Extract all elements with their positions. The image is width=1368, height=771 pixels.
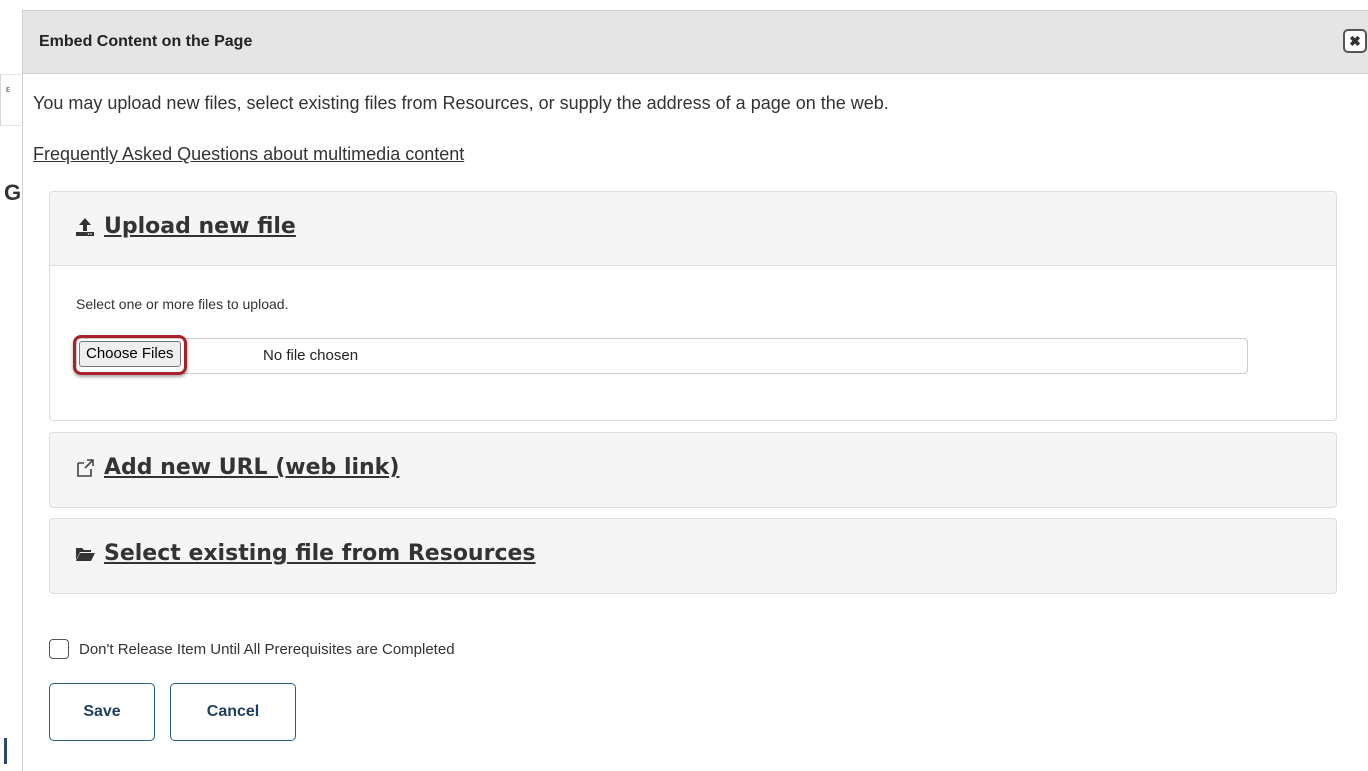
resources-panel-label: Select existing file from Resources bbox=[104, 541, 536, 566]
url-panel-header[interactable]: Add new URL (web link) bbox=[50, 433, 1336, 507]
external-link-icon bbox=[77, 458, 94, 477]
choose-files-button[interactable]: Choose Files bbox=[79, 341, 181, 367]
file-input[interactable]: Choose Files No file chosen bbox=[73, 335, 1248, 375]
resources-panel-header[interactable]: Select existing file from Resources bbox=[50, 519, 1336, 593]
background-page-fragment bbox=[0, 74, 23, 126]
dialog-titlebar: Embed Content on the Page ✖ bbox=[23, 11, 1368, 74]
prerequisites-checkbox[interactable] bbox=[49, 639, 69, 659]
resources-panel-title[interactable]: Select existing file from Resources bbox=[74, 541, 536, 566]
dialog-title: Embed Content on the Page bbox=[39, 33, 253, 50]
choose-files-highlight: Choose Files bbox=[73, 335, 187, 375]
resources-panel: Select existing file from Resources bbox=[49, 518, 1337, 594]
cancel-button[interactable]: Cancel bbox=[170, 683, 296, 741]
upload-panel-label: Upload new file bbox=[104, 214, 296, 239]
upload-icon bbox=[76, 217, 94, 236]
background-page-mark bbox=[4, 738, 7, 764]
upload-hint: Select one or more files to upload. bbox=[76, 296, 289, 312]
faq-link[interactable]: Frequently Asked Questions about multime… bbox=[33, 144, 464, 165]
close-button[interactable]: ✖ bbox=[1343, 29, 1367, 53]
folder-open-icon bbox=[76, 547, 95, 561]
url-panel: Add new URL (web link) bbox=[49, 432, 1337, 508]
background-page-mark: G bbox=[4, 180, 22, 205]
upload-panel-title[interactable]: Upload new file bbox=[74, 214, 296, 239]
save-button[interactable]: Save bbox=[49, 683, 155, 741]
file-status: No file chosen bbox=[263, 347, 359, 364]
close-icon: ✖ bbox=[1349, 33, 1361, 49]
upload-panel-header[interactable]: Upload new file bbox=[50, 192, 1336, 266]
upload-panel: Upload new file Select one or more files… bbox=[49, 191, 1337, 421]
url-panel-label: Add new URL (web link) bbox=[104, 455, 400, 480]
url-panel-title[interactable]: Add new URL (web link) bbox=[74, 455, 399, 480]
prerequisites-option: Don't Release Item Until All Prerequisit… bbox=[49, 639, 455, 659]
intro-text: You may upload new files, select existin… bbox=[33, 93, 889, 113]
prerequisites-label[interactable]: Don't Release Item Until All Prerequisit… bbox=[79, 641, 455, 658]
background-page-mark: ε bbox=[6, 84, 11, 94]
embed-content-dialog: Embed Content on the Page ✖ You may uplo… bbox=[22, 10, 1368, 771]
upload-panel-body: Select one or more files to upload. Choo… bbox=[50, 266, 1336, 420]
